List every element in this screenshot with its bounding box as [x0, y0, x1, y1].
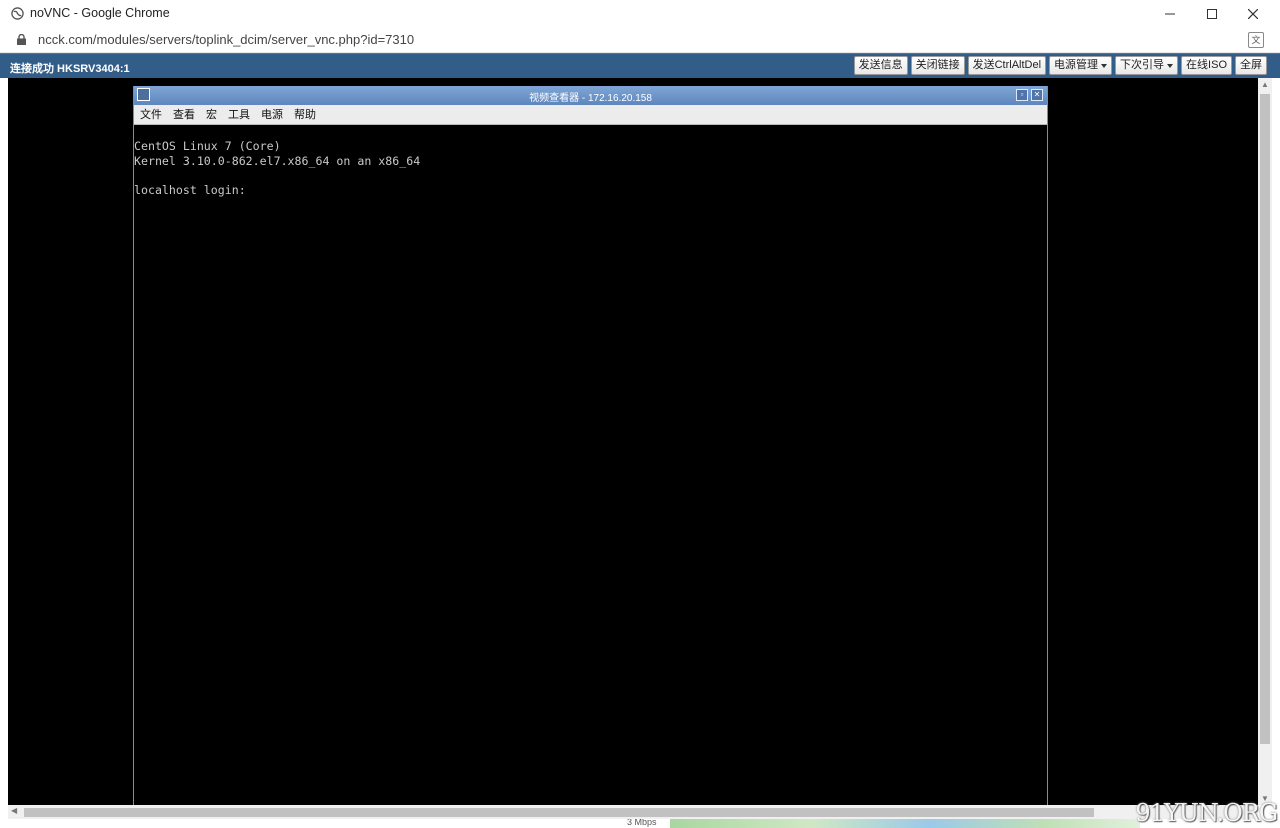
- fullscreen-button[interactable]: 全屏: [1235, 56, 1267, 75]
- vnc-control-bar: 连接成功 HKSRV3404:1 发送信息 关闭链接 发送CtrlAltDel …: [0, 53, 1280, 78]
- close-connection-button[interactable]: 关闭链接: [910, 56, 965, 75]
- viewer-titlebar[interactable]: 视频查看器 - 172.16.20.158 ▫ ✕: [134, 86, 1047, 105]
- window-title: noVNC - Google Chrome: [30, 6, 170, 20]
- online-iso-button[interactable]: 在线ISO: [1181, 56, 1232, 75]
- globe-icon: [11, 7, 24, 20]
- horizontal-scrollbar[interactable]: ◀: [8, 805, 1258, 819]
- viewer-menubar: 文件 查看 宏 工具 电源 帮助: [134, 105, 1047, 125]
- menu-file[interactable]: 文件: [140, 105, 162, 124]
- browser-titlebar: noVNC - Google Chrome: [0, 0, 1280, 28]
- send-info-button[interactable]: 发送信息: [853, 56, 908, 75]
- close-button[interactable]: [1230, 0, 1276, 28]
- console-output: CentOS Linux 7 (Core) Kernel 3.10.0-862.…: [134, 139, 420, 197]
- power-management-dropdown[interactable]: 电源管理: [1049, 56, 1113, 75]
- map-background: [670, 819, 1140, 828]
- watermark: 91YUN.ORG: [1135, 799, 1278, 827]
- vertical-scrollbar[interactable]: ▲ ▼: [1258, 78, 1272, 805]
- page-background-strip: 3 Mbps: [0, 819, 1280, 828]
- console-line: Kernel 3.10.0-862.el7.x86_64 on an x86_6…: [134, 153, 421, 168]
- menu-view[interactable]: 查看: [173, 105, 195, 124]
- scroll-up-icon[interactable]: ▲: [1261, 80, 1269, 89]
- maximize-icon: [1207, 9, 1217, 19]
- video-viewer-window: 视频查看器 - 172.16.20.158 ▫ ✕ 文件 查看 宏 工具 电源 …: [133, 86, 1048, 805]
- address-bar[interactable]: ncck.com/modules/servers/toplink_dcim/se…: [0, 28, 1280, 53]
- lock-icon: [17, 34, 26, 45]
- connection-status: 连接成功 HKSRV3404:1: [10, 63, 130, 75]
- maximize-button[interactable]: [1189, 0, 1235, 28]
- caret-down-icon: [1101, 63, 1108, 68]
- menu-tools[interactable]: 工具: [228, 105, 250, 124]
- send-ctrl-alt-del-button[interactable]: 发送CtrlAltDel: [967, 56, 1047, 75]
- next-boot-dropdown[interactable]: 下次引导: [1115, 56, 1179, 75]
- viewer-title: 视频查看器 - 172.16.20.158: [529, 93, 652, 104]
- vertical-scroll-thumb[interactable]: [1260, 94, 1270, 744]
- viewer-restore-button[interactable]: ▫: [1016, 89, 1028, 101]
- translate-icon[interactable]: 文: [1248, 32, 1264, 48]
- viewer-close-button[interactable]: ✕: [1031, 89, 1043, 101]
- close-icon: [1248, 9, 1258, 19]
- minimize-button[interactable]: [1147, 0, 1193, 28]
- speed-readout: 3 Mbps: [627, 819, 657, 827]
- menu-help[interactable]: 帮助: [294, 105, 316, 124]
- caret-down-icon: [1167, 63, 1174, 68]
- menu-macro[interactable]: 宏: [206, 105, 217, 124]
- url-text[interactable]: ncck.com/modules/servers/toplink_dcim/se…: [38, 32, 414, 47]
- vnc-button-group: 发送信息 关闭链接 发送CtrlAltDel 电源管理 下次引导 在线ISO 全…: [853, 56, 1267, 75]
- console-line: CentOS Linux 7 (Core): [134, 139, 281, 153]
- menu-power[interactable]: 电源: [261, 105, 283, 124]
- login-prompt: localhost login:: [134, 182, 246, 197]
- minimize-icon: [1165, 13, 1175, 15]
- horizontal-scroll-thumb[interactable]: [24, 808, 1094, 817]
- scroll-left-icon[interactable]: ◀: [11, 806, 17, 815]
- terminal-console[interactable]: CentOS Linux 7 (Core) Kernel 3.10.0-862.…: [134, 126, 1047, 805]
